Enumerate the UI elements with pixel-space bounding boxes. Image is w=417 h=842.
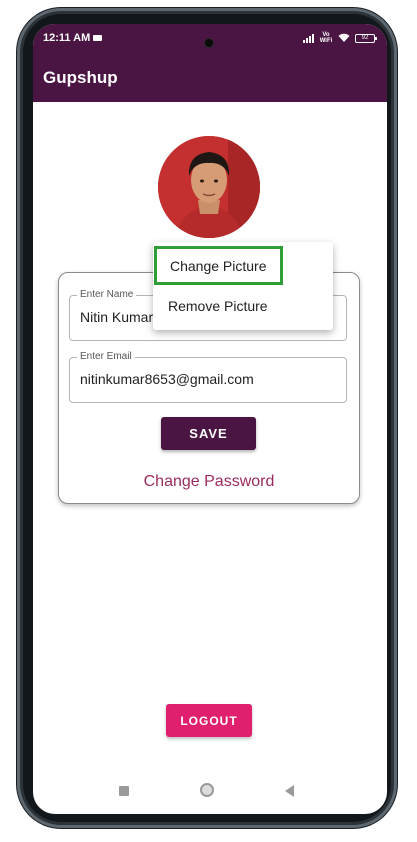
- battery-level: 92: [361, 34, 369, 41]
- battery-icon: 92: [355, 33, 377, 43]
- signal-icon: [303, 33, 314, 43]
- home-icon[interactable]: [200, 783, 214, 797]
- app-title: Gupshup: [43, 68, 118, 87]
- notification-icon: [93, 35, 102, 41]
- picture-options-menu: Change Picture Remove Picture: [153, 242, 333, 330]
- front-camera: [205, 39, 213, 47]
- profile-avatar[interactable]: [158, 136, 260, 238]
- name-field-label: Enter Name: [77, 289, 137, 301]
- recent-apps-icon[interactable]: [119, 786, 129, 796]
- app-screen: 12:11 AM Vo WiFi 92 Gupshup Enter Name N…: [33, 24, 387, 814]
- email-field[interactable]: Enter Email: [69, 351, 347, 403]
- change-picture-menu-item[interactable]: Change Picture: [154, 246, 283, 285]
- email-input[interactable]: [80, 371, 338, 387]
- vowifi-label: Vo WiFi: [319, 32, 333, 44]
- save-button[interactable]: SAVE: [161, 417, 256, 450]
- remove-picture-menu-item[interactable]: Remove Picture: [153, 286, 333, 326]
- status-time: 12:11 AM: [43, 32, 91, 44]
- wifi-icon: [338, 33, 350, 42]
- logout-button[interactable]: LOGOUT: [166, 704, 252, 737]
- change-password-link[interactable]: Change Password: [59, 473, 359, 491]
- app-bar: 12:11 AM Vo WiFi 92 Gupshup: [33, 24, 387, 102]
- status-icons: Vo WiFi 92: [303, 31, 377, 45]
- email-field-label: Enter Email: [77, 351, 135, 363]
- system-nav-bar: [33, 768, 387, 814]
- back-icon[interactable]: [285, 785, 294, 797]
- profile-photo: [158, 136, 260, 238]
